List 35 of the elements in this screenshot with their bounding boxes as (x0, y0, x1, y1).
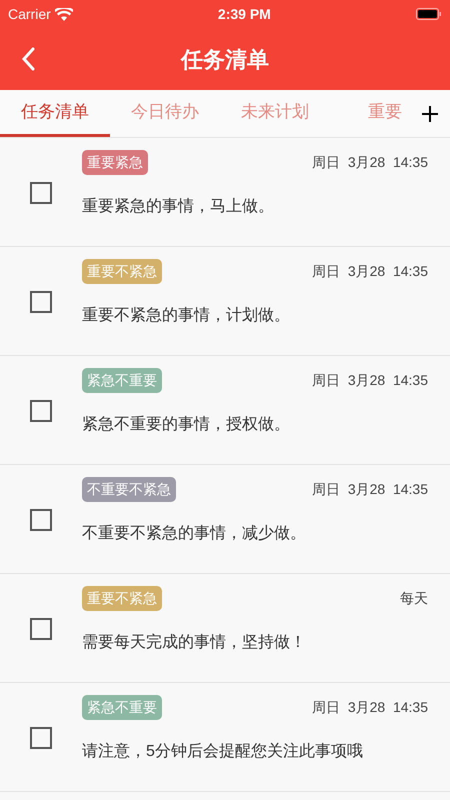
task-text: 需要每天完成的事情，坚持做！ (82, 632, 307, 653)
task-date: 周日 3月28 14:35 (312, 153, 428, 172)
checkbox[interactable] (30, 509, 52, 531)
wifi-icon (54, 8, 73, 20)
checkbox[interactable] (30, 618, 52, 640)
task-date: 周日 3月28 14:35 (312, 698, 428, 717)
back-chevron-icon (21, 47, 35, 71)
checkbox[interactable] (30, 182, 52, 204)
priority-tag: 重要紧急 (82, 150, 148, 175)
tab[interactable]: 未来计划 (220, 90, 330, 137)
priority-tag: 重要不紧急 (82, 259, 162, 284)
task-text: 紧急不重要的事情，授权做。 (82, 414, 291, 435)
task-date: 周日 3月28 14:35 (312, 262, 428, 281)
priority-tag: 重要不紧急 (82, 586, 162, 611)
priority-tag: 紧急不重要 (82, 368, 162, 393)
priority-tag: 紧急不重要 (82, 695, 162, 720)
task-text: 重要不紧急的事情，计划做。 (82, 306, 291, 326)
task-text: 不重要不紧急的事情，减少做。 (82, 524, 307, 544)
task-date: 周日 3月28 14:35 (312, 480, 428, 499)
tab[interactable]: 今日待办 (110, 90, 220, 137)
checkbox[interactable] (30, 400, 52, 422)
task-date: 周日 3月28 14:35 (312, 371, 428, 390)
task-text: 请注意，5分钟后会提醒您关注此事项哦 (82, 742, 364, 762)
tab[interactable]: 任务清单 (0, 90, 110, 137)
priority-tag: 不重要不紧急 (82, 477, 176, 502)
battery-icon (416, 8, 442, 20)
tab[interactable]: 重要 (330, 90, 410, 137)
task-date: 每天 (400, 589, 428, 608)
checkbox[interactable] (30, 291, 52, 313)
clock-label: 2:39 PM (218, 4, 271, 24)
checkbox[interactable] (30, 727, 52, 749)
carrier-label: Carrier (8, 4, 51, 24)
task-text: 重要紧急的事情，马上做。 (82, 196, 275, 217)
plus-icon (421, 104, 439, 122)
page-title: 任务清单 (181, 46, 269, 74)
